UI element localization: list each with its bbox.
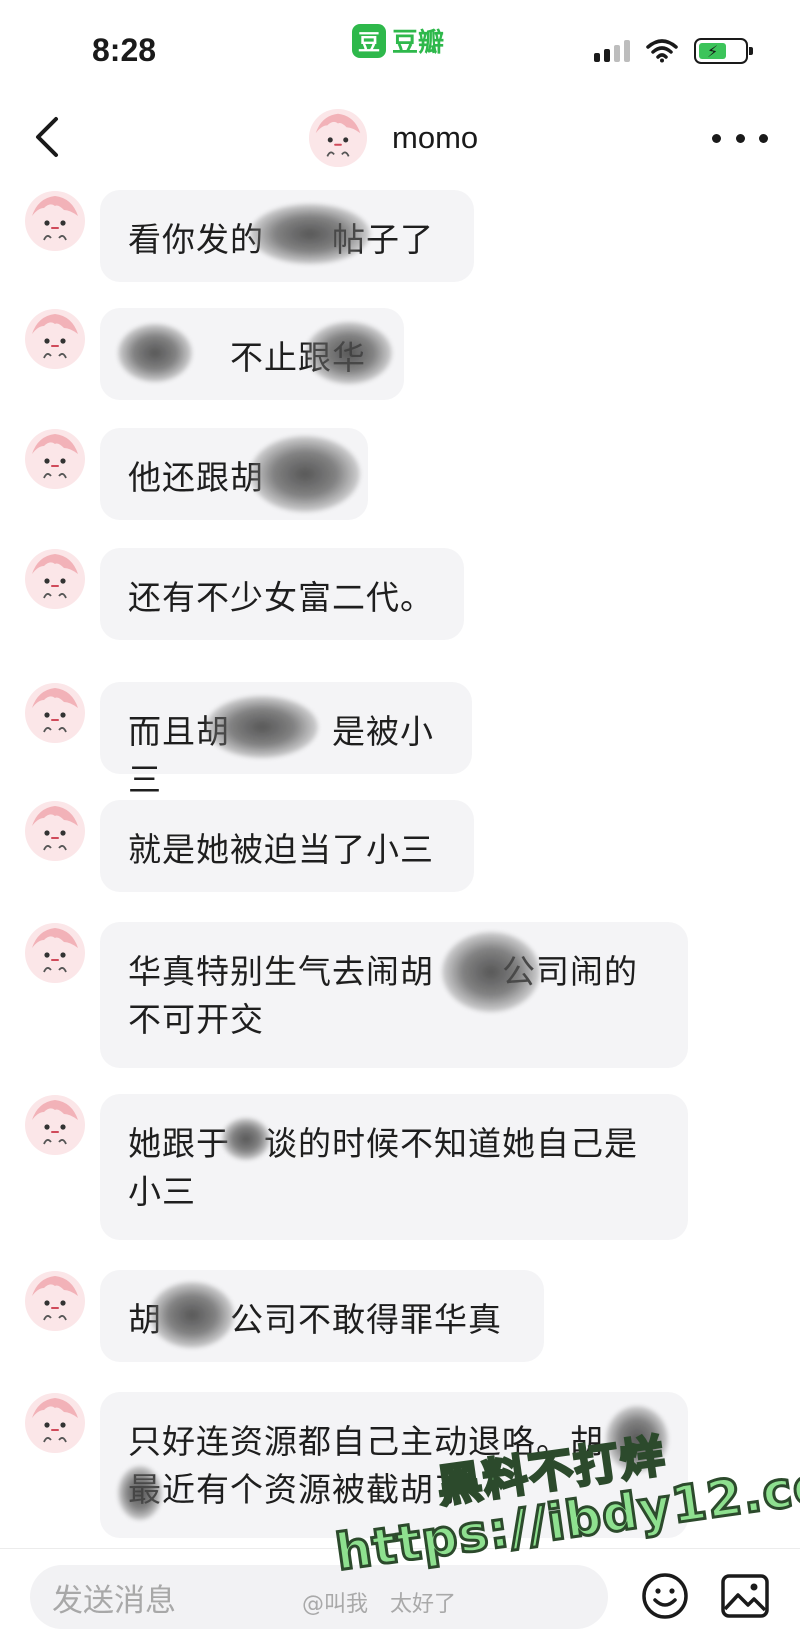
message-text: 就是她被迫当了小三 xyxy=(128,830,434,869)
sender-avatar[interactable] xyxy=(24,428,86,490)
contact-avatar[interactable] xyxy=(308,108,368,168)
chat-title: momo xyxy=(392,120,479,155)
message-text: 她跟于 谈的时候不知道她自己是小三 xyxy=(128,1124,638,1211)
app-badge: 豆 豆瓣 xyxy=(352,22,444,59)
status-bar: 8:28 豆 豆瓣 ⚡ xyxy=(0,0,800,100)
redaction-mark xyxy=(150,1282,234,1348)
message-bubble[interactable]: 就是她被迫当了小三 xyxy=(100,800,474,892)
message-bubble[interactable]: 她跟于 谈的时候不知道她自己是小三 xyxy=(100,1094,688,1240)
wifi-icon xyxy=(646,39,678,63)
battery-charging-icon: ⚡ xyxy=(699,42,727,61)
redaction-mark xyxy=(206,696,318,758)
message-bubble[interactable]: 华真特别生气去闹胡 公司闹的不可开交 xyxy=(100,922,688,1068)
sender-avatar[interactable] xyxy=(24,1392,86,1454)
redaction-mark xyxy=(306,322,392,384)
weibo-watermark: @叫我 太好了 xyxy=(302,1592,457,1617)
signal-icon xyxy=(594,40,630,62)
sender-avatar[interactable] xyxy=(24,548,86,610)
message-bubble[interactable]: 只好连资源都自己主动退咯。胡 最近有个资源被截胡了 xyxy=(100,1392,688,1538)
more-dots-icon xyxy=(712,133,721,143)
redaction-mark xyxy=(442,932,540,1012)
sender-avatar[interactable] xyxy=(24,1270,86,1332)
redaction-mark xyxy=(250,204,370,264)
smile-icon[interactable] xyxy=(640,1571,690,1621)
message-bubble[interactable]: 而且胡 是被小三 xyxy=(100,682,472,799)
status-icons: ⚡ xyxy=(594,38,753,64)
sender-avatar[interactable] xyxy=(24,922,86,984)
status-time: 8:28 xyxy=(92,32,157,68)
douban-icon: 豆 xyxy=(352,23,386,58)
chevron-left-icon xyxy=(36,117,58,157)
chat-header: momo xyxy=(0,100,800,180)
battery-icon: ⚡ xyxy=(694,38,753,64)
message-text: 只好连资源都自己主动退咯。胡 最近有个资源被截胡了 xyxy=(128,1422,671,1509)
message-bubble[interactable]: 还有不少女富二代。 xyxy=(100,548,464,640)
message-bubble[interactable]: 看你发的 帖子了 xyxy=(100,190,474,282)
image-icon[interactable] xyxy=(720,1573,770,1619)
sender-avatar[interactable] xyxy=(24,308,86,370)
back-button[interactable] xyxy=(22,112,72,162)
sender-avatar[interactable] xyxy=(24,682,86,744)
sender-avatar[interactable] xyxy=(24,190,86,252)
message-bubble[interactable]: 胡 公司不敢得罪华真 xyxy=(100,1270,544,1362)
message-text: 他还跟胡 xyxy=(128,458,264,497)
app-badge-name: 豆瓣 xyxy=(392,28,445,58)
sender-avatar[interactable] xyxy=(24,800,86,862)
redaction-mark xyxy=(118,324,192,382)
message-text: 华真特别生气去闹胡 公司闹的不可开交 xyxy=(128,952,638,1039)
redaction-mark xyxy=(606,1406,668,1472)
message-bubble[interactable]: 他还跟胡 xyxy=(100,428,368,520)
message-bubble[interactable]: 不止跟华 xyxy=(100,308,404,400)
sender-avatar[interactable] xyxy=(24,1094,86,1156)
redaction-mark xyxy=(250,436,360,512)
redaction-mark xyxy=(118,1466,162,1520)
redaction-mark xyxy=(222,1118,270,1160)
message-text: 还有不少女富二代。 xyxy=(128,578,434,617)
more-options-button[interactable] xyxy=(712,120,768,156)
